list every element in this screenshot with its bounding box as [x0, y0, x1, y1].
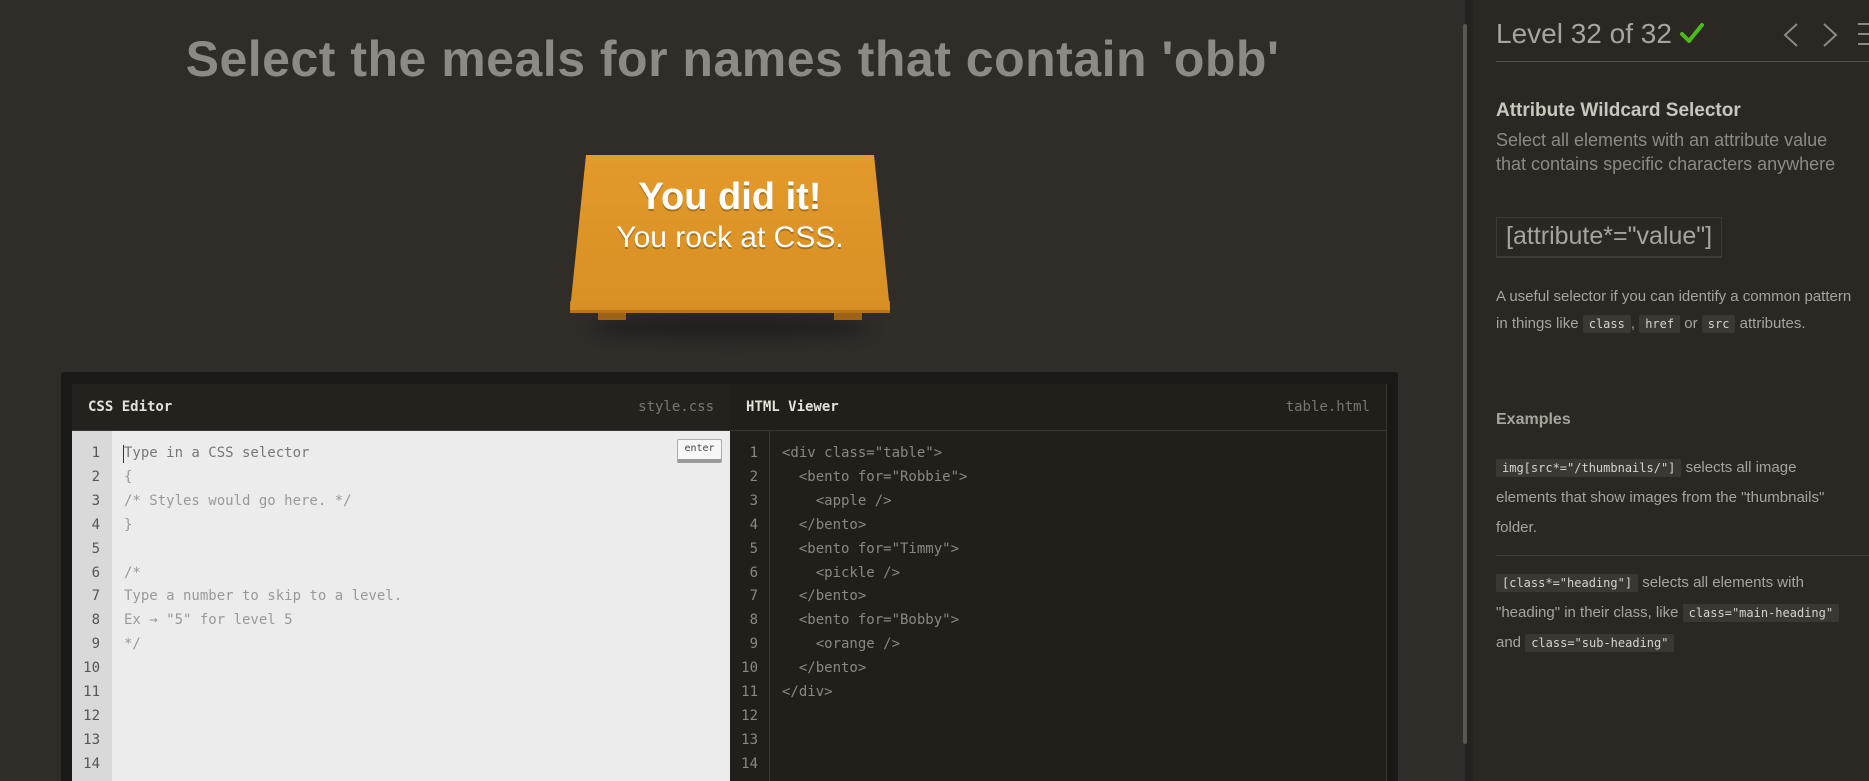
editor: CSS Editor style.css 1 2 3 4 5 6 7 8 9 10 11 12 13 14… — [61, 372, 1398, 781]
html-line-gutter: 123456789101112131415 — [730, 431, 770, 781]
html-line-number: 10 — [741, 660, 758, 677]
selector-hint: A useful selector if you can identify a … — [1496, 283, 1861, 338]
html-viewer-title: HTML Viewer — [746, 399, 839, 415]
examples-heading: Examples — [1496, 411, 1571, 428]
css-editor-title: CSS Editor — [88, 399, 173, 415]
css-line-number: 13 — [83, 731, 100, 748]
html-code-line: </bento> — [782, 660, 867, 677]
hint-code-href: href — [1639, 315, 1681, 333]
selector-name: Attribute Wildcard Selector — [1496, 100, 1741, 121]
scrollbar[interactable] — [1463, 24, 1467, 744]
css-line-number: 5 — [91, 540, 100, 557]
html-line-number: 5 — [749, 540, 758, 557]
html-code-line: <orange /> — [782, 636, 901, 653]
html-code-line: <bento for="Robbie"> — [782, 468, 968, 485]
html-code-line: <bento for="Timmy"> — [782, 540, 960, 557]
selector-syntax: [attribute*="value"] — [1496, 217, 1723, 258]
css-code-line: */ — [124, 636, 141, 653]
css-line-number: 6 — [91, 564, 100, 581]
css-line-number: 10 — [83, 660, 100, 677]
html-line-number: 12 — [741, 707, 758, 724]
css-line-number: 9 — [91, 636, 100, 653]
html-line-number: 14 — [741, 755, 758, 772]
html-code-line: <apple /> — [782, 492, 892, 509]
css-code-line: Type in a CSS selector — [124, 445, 310, 461]
css-code-line: Ex → "5" for level 5 — [124, 612, 293, 629]
game-area: Select the meals for names that contain … — [0, 0, 1465, 781]
example-2: [class*="heading"] selects all elements … — [1496, 568, 1861, 658]
css-line-number: 8 — [91, 612, 100, 629]
hint-suffix: attributes. — [1739, 315, 1806, 332]
html-line-number: 13 — [741, 731, 758, 748]
hint-separator: , — [1630, 315, 1636, 332]
html-viewer-pane: HTML Viewer table.html 1 2 3 4 5 6 7 8 9 10 11 12 13… — [730, 384, 1387, 781]
example-2-code: [class*="heading"] — [1496, 574, 1639, 592]
html-line-number: 1 — [749, 445, 758, 461]
hint-or: or — [1684, 315, 1698, 332]
table-shadow — [590, 317, 870, 337]
bento-table: You did it! You rock at CSS. — [570, 155, 890, 337]
example-2-and: and — [1496, 634, 1522, 651]
menu-icon[interactable] — [1858, 23, 1869, 47]
html-line-number: 2 — [749, 468, 758, 485]
css-line-number: 7 — [91, 588, 100, 605]
css-line-number: 14 — [83, 755, 100, 772]
html-markup-area: 123456789101112131415 <div class="table"… — [730, 431, 1387, 781]
css-line-number: 3 — [91, 492, 100, 509]
html-viewer-filename: table.html — [1285, 399, 1370, 415]
win-message-subtitle: You rock at CSS. — [616, 221, 844, 254]
example-2-code-sub: class="sub-heading" — [1525, 634, 1675, 652]
html-line-number: 3 — [749, 492, 758, 509]
css-line-number: 11 — [83, 684, 100, 700]
html-line-number: 8 — [749, 612, 758, 629]
chevron-left-icon[interactable] — [1781, 22, 1801, 48]
example-divider — [1496, 555, 1869, 556]
html-code-line: <bento for="Bobby"> — [782, 612, 960, 629]
html-line-number: 7 — [749, 588, 758, 605]
css-editor-filename: style.css — [638, 399, 714, 415]
html-code-line: <div class="table"> — [782, 445, 943, 461]
css-code-line: } — [124, 516, 133, 533]
hint-code-src: src — [1701, 315, 1736, 333]
css-code-line: Type a number to skip to a level. — [124, 588, 403, 605]
example-1-code: img[src*="/thumbnails/"] — [1496, 459, 1682, 477]
css-line-gutter: 123456789101112131415 — [72, 431, 112, 781]
css-input-area[interactable]: 123456789101112131415 Type in a CSS sele… — [72, 431, 730, 781]
example-2-code-main: class="main-heading" — [1682, 604, 1840, 622]
level-indicator: Level 32 of 32 — [1496, 18, 1672, 49]
css-line-number: 1 — [91, 445, 100, 461]
html-viewer-header: HTML Viewer table.html — [730, 384, 1386, 431]
html-line-number: 6 — [749, 564, 758, 581]
css-code-line: /* — [124, 564, 141, 581]
example-1: img[src*="/thumbnails/"] selects all ima… — [1496, 453, 1861, 543]
html-code-line: </bento> — [782, 588, 867, 605]
html-code-line: <pickle /> — [782, 564, 901, 581]
check-icon — [1680, 23, 1704, 43]
level-header: Level 32 of 32 — [1496, 18, 1869, 62]
html-code-line: </div> — [782, 684, 833, 700]
html-line-number: 9 — [749, 636, 758, 653]
html-line-number: 4 — [749, 516, 758, 533]
css-editor-pane: CSS Editor style.css 1 2 3 4 5 6 7 8 9 10 11 12 13 14… — [72, 384, 730, 781]
chevron-right-icon[interactable] — [1820, 22, 1840, 48]
level-sidebar: Level 32 of 32 Attribute Wildcard Select… — [1473, 0, 1869, 781]
level-instruction: Select the meals for names that contain … — [185, 31, 1280, 87]
win-message-title: You did it! — [638, 176, 822, 218]
css-line-number: 2 — [91, 468, 100, 485]
selector-description: Select all elements with an attribute va… — [1496, 130, 1836, 174]
enter-button[interactable]: enter — [677, 439, 722, 463]
css-code-line: /* Styles would go here. */ — [124, 492, 352, 509]
css-code-line: { — [124, 468, 133, 485]
html-code-line: </bento> — [782, 516, 867, 533]
html-line-number: 11 — [741, 684, 758, 700]
css-line-number: 12 — [83, 707, 100, 724]
css-editor-header: CSS Editor style.css — [72, 384, 730, 431]
hint-code-class: class — [1582, 315, 1631, 333]
css-line-number: 4 — [91, 516, 100, 533]
